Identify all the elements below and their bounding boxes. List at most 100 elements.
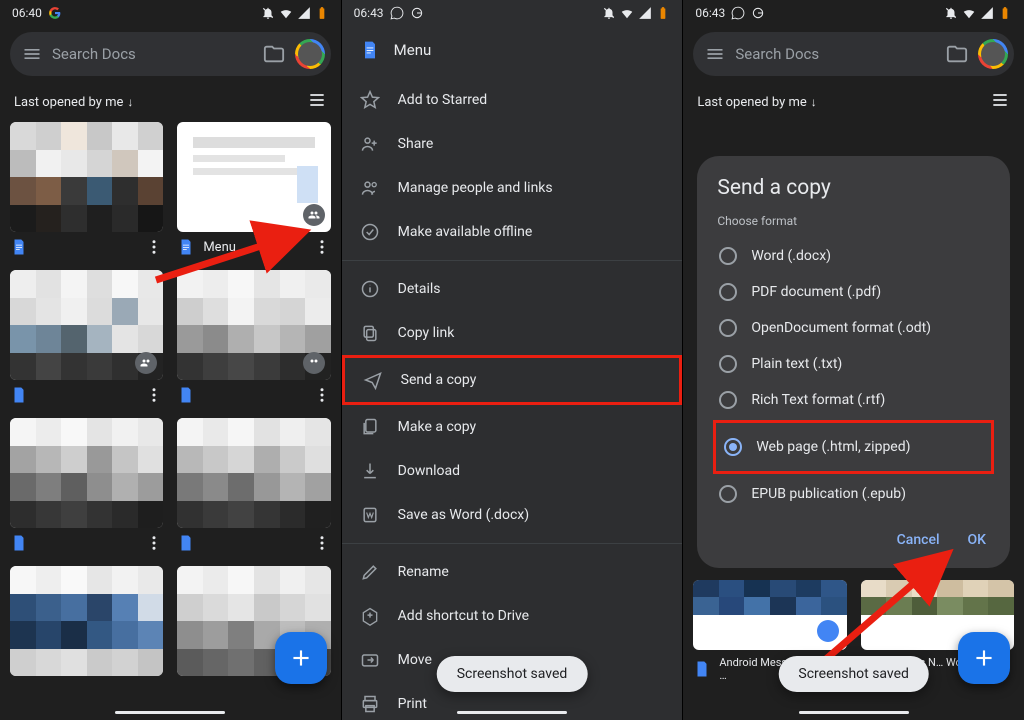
format-option[interactable]: Rich Text format (.rtf) — [717, 382, 990, 418]
hamburger-icon[interactable] — [22, 44, 42, 64]
format-option[interactable]: Plain text (.txt) — [717, 346, 990, 382]
sort-button[interactable]: Last opened by me↓ — [697, 95, 816, 110]
format-label: PDF document (.pdf) — [751, 284, 881, 300]
more-icon[interactable] — [313, 386, 331, 404]
folder-icon[interactable] — [263, 43, 285, 65]
docs-icon — [177, 534, 195, 552]
doc-card[interactable] — [177, 270, 330, 404]
star-icon — [360, 90, 380, 110]
nav-handle — [115, 711, 225, 714]
format-option[interactable]: Word (.docx) — [717, 238, 990, 274]
doc-card[interactable] — [10, 122, 163, 256]
doc-card[interactable] — [177, 418, 330, 552]
cancel-button[interactable]: Cancel — [893, 526, 944, 554]
menu-copylink[interactable]: Copy link — [342, 311, 683, 355]
manage-icon — [360, 178, 380, 198]
doc-title — [36, 240, 137, 255]
dialog-title: Send a copy — [717, 176, 990, 200]
menu-makecopy[interactable]: Make a copy — [342, 405, 683, 449]
doc-card[interactable] — [10, 418, 163, 552]
signal-icon — [980, 6, 994, 20]
search-bar[interactable]: Search Docs — [10, 32, 331, 76]
shared-badge-icon — [303, 352, 325, 374]
menu-label: Make a copy — [398, 419, 477, 435]
sheet-header: Menu — [342, 26, 683, 78]
google-icon — [410, 6, 424, 20]
avatar[interactable] — [978, 39, 1008, 69]
menu-label: Copy link — [398, 325, 455, 341]
status-time: 06:43 — [695, 6, 725, 20]
docs-icon — [10, 238, 28, 256]
menu-star[interactable]: Add to Starred — [342, 78, 683, 122]
dnd-icon — [261, 6, 275, 20]
radio-icon — [719, 319, 737, 337]
hamburger-icon[interactable] — [705, 44, 725, 64]
details-icon — [360, 279, 380, 299]
radio-icon — [719, 391, 737, 409]
status-bar: 06:40 — [0, 0, 341, 26]
radio-icon — [719, 283, 737, 301]
sendcopy-icon — [363, 370, 383, 390]
fab-new-doc[interactable] — [275, 632, 327, 684]
format-option[interactable]: EPUB publication (.epub) — [717, 476, 990, 512]
google-icon — [48, 6, 62, 20]
format-option[interactable]: OpenDocument format (.odt) — [717, 310, 990, 346]
view-list-icon[interactable] — [307, 90, 327, 114]
download-icon — [360, 461, 380, 481]
format-option[interactable]: Web page (.html, zipped) — [722, 429, 985, 465]
doc-card-menu[interactable]: Menu — [177, 122, 330, 256]
whatsapp-icon — [390, 6, 404, 20]
divider — [342, 543, 683, 544]
doc-thumbnail — [10, 122, 163, 232]
avatar[interactable] — [295, 39, 325, 69]
docs-icon — [360, 40, 380, 60]
menu-label: Print — [398, 696, 427, 712]
doc-card[interactable] — [10, 566, 163, 676]
rename-icon — [360, 562, 380, 582]
docs-icon — [177, 238, 195, 256]
more-icon[interactable] — [145, 238, 163, 256]
more-icon[interactable] — [145, 534, 163, 552]
status-bar: 06:43 — [342, 0, 683, 26]
menu-label: Download — [398, 463, 460, 479]
nav-handle — [457, 711, 567, 714]
doc-card[interactable] — [10, 270, 163, 404]
sort-button[interactable]: Last opened by me↓ — [14, 95, 133, 110]
menu-label: Add shortcut to Drive — [398, 608, 529, 624]
format-label: Web page (.html, zipped) — [756, 439, 910, 455]
snackbar: Screenshot saved — [778, 656, 929, 692]
menu-label: Details — [398, 281, 441, 297]
search-bar[interactable]: Search Docs — [693, 32, 1014, 76]
signal-icon — [297, 6, 311, 20]
menu-details[interactable]: Details — [342, 267, 683, 311]
menu-label: Move — [398, 652, 432, 668]
screenshot-2-doc-menu: 06:43 Menu Add to StarredShareManage peo… — [342, 0, 684, 720]
menu-rename[interactable]: Rename — [342, 550, 683, 594]
menu-manage[interactable]: Manage people and links — [342, 166, 683, 210]
menu-label: Make available offline — [398, 224, 533, 240]
nav-handle — [799, 711, 909, 714]
menu-share[interactable]: Share — [342, 122, 683, 166]
menu-shortcut[interactable]: Add shortcut to Drive — [342, 594, 683, 638]
more-icon[interactable] — [313, 534, 331, 552]
docs-icon — [693, 660, 711, 678]
more-icon[interactable] — [313, 238, 331, 256]
fab-new-doc[interactable] — [958, 632, 1010, 684]
format-option[interactable]: PDF document (.pdf) — [717, 274, 990, 310]
battery-icon — [656, 6, 670, 20]
menu-download[interactable]: Download — [342, 449, 683, 493]
more-icon[interactable] — [145, 386, 163, 404]
menu-label: Save as Word (.docx) — [398, 507, 529, 523]
ok-button[interactable]: OK — [964, 526, 991, 554]
menu-label: Send a copy — [401, 372, 477, 388]
menu-sendcopy[interactable]: Send a copy — [342, 355, 683, 405]
doc-title: Menu — [203, 240, 304, 255]
makecopy-icon — [360, 417, 380, 437]
menu-saveword[interactable]: Save as Word (.docx) — [342, 493, 683, 537]
whatsapp-icon — [731, 6, 745, 20]
wifi-icon — [279, 6, 293, 20]
folder-icon[interactable] — [946, 43, 968, 65]
menu-offline[interactable]: Make available offline — [342, 210, 683, 254]
view-list-icon[interactable] — [990, 90, 1010, 114]
search-placeholder: Search Docs — [52, 45, 253, 63]
